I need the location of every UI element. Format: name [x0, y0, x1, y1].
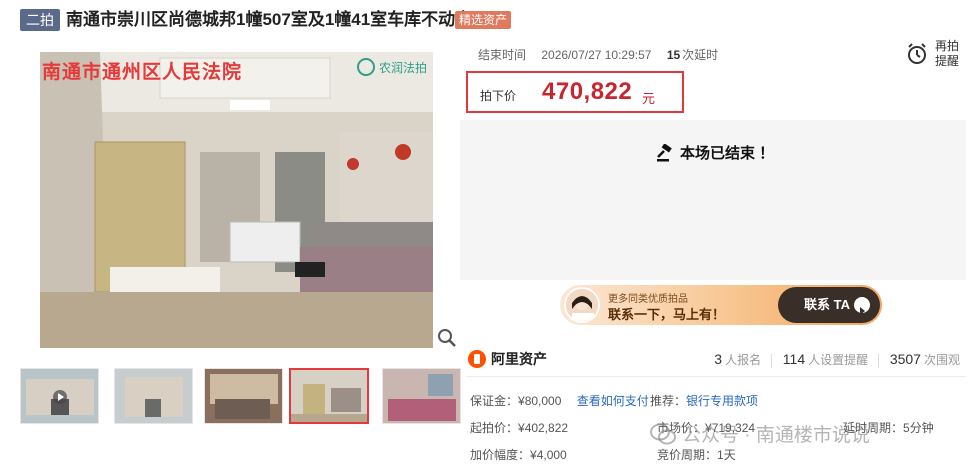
auction-status: 本场已结束 ！	[656, 142, 774, 163]
increment-label: 加价幅度：	[470, 448, 531, 462]
bid-period-row: 竞价周期：1天	[657, 446, 736, 463]
increment-value: ¥4,000	[530, 448, 567, 462]
quality-tag: 精选资产	[455, 11, 512, 29]
thumbnail-strip	[20, 368, 461, 428]
contact-banner[interactable]: 更多同类优质拍品 联系一下，马上有！ 联系 TA	[560, 285, 882, 325]
platform-logo-text: 农润法拍	[378, 60, 427, 75]
zoom-icon[interactable]	[436, 327, 458, 349]
contact-button-label: 联系 TA	[804, 297, 850, 312]
bid-period-value: 1天	[717, 448, 736, 462]
thumbnail-3[interactable]	[204, 368, 283, 424]
auction-status-text: 本场已结束 ！	[680, 145, 775, 162]
delay-suffix: 次延时	[682, 48, 719, 62]
court-watermark: 南通市通州区人民法院	[42, 62, 243, 83]
final-price-box: 拍下价 470,822 元	[466, 71, 684, 113]
brand-name: 阿里资产	[491, 351, 547, 367]
increment-row: 加价幅度：¥4,000	[470, 446, 567, 463]
start-price-value: ¥402,822	[518, 421, 569, 435]
reminders-count: 114	[782, 351, 806, 367]
banner-subtitle: 更多同类优质拍品	[608, 294, 688, 305]
market-price-label: 市场价：	[657, 421, 706, 435]
how-to-pay-link[interactable]: 查看如何支付	[577, 394, 649, 408]
title-bar: 二拍 南通市崇川区尚德城邦1幢507室及1幢41室车库不动产 精选资产	[0, 0, 974, 40]
divider	[771, 353, 773, 368]
thumbnail-2[interactable]	[114, 368, 193, 424]
auction-stats: 3 人报名 114 人设置提醒 3507 次围观	[714, 351, 960, 368]
alarm-clock-icon	[908, 43, 926, 64]
main-property-image[interactable]: 南通市通州区人民法院 农润法拍	[40, 52, 433, 348]
delay-period-label: 延时周期：	[843, 421, 904, 435]
brand-logo: 阿里资产	[468, 349, 547, 369]
end-time-value: 2026/07/27 10:29:57	[541, 48, 652, 62]
deposit-row: 保证金：¥80,000 查看如何支付	[470, 392, 649, 409]
deposit-label: 保证金：	[470, 394, 519, 408]
platform-logo: 农润法拍	[356, 58, 427, 76]
agent-avatar	[564, 287, 600, 323]
gavel-icon	[657, 143, 672, 161]
brand-icon	[468, 350, 486, 368]
start-price-label: 起拍价：	[470, 421, 519, 435]
remind-label: 再拍提醒	[935, 39, 960, 68]
market-price-row: 市场价：¥719,324	[657, 419, 755, 436]
thumbnail-5[interactable]	[382, 368, 461, 424]
end-time-row: 结束时间 2026/07/27 10:29:57 15 次延时	[478, 46, 730, 63]
bank-account-link[interactable]: 银行专用款项	[686, 394, 758, 408]
auction-status-panel: 本场已结束 ！	[460, 120, 966, 280]
deposit-value: ¥80,000	[518, 394, 562, 408]
signups-label: 人报名	[725, 353, 762, 367]
end-time-label: 结束时间	[478, 48, 527, 62]
start-price-row: 起拍价：¥402,822	[470, 419, 568, 436]
reminders-label: 人设置提醒	[808, 353, 869, 367]
price-value: 470,822	[542, 78, 633, 105]
views-count: 3507	[889, 351, 921, 367]
info-header: 阿里资产 3 人报名 114 人设置提醒 3507 次围观	[466, 343, 966, 377]
round-tag: 二拍	[20, 9, 60, 31]
banner-title: 联系一下，马上有！	[608, 307, 726, 322]
recommend-row: 推荐：银行专用款项	[650, 392, 758, 409]
thumbnail-4-active[interactable]	[289, 368, 369, 424]
page-title: 南通市崇川区尚德城邦1幢507室及1幢41室车库不动产	[66, 10, 473, 29]
remind-button[interactable]: 再拍提醒	[903, 38, 963, 72]
recommend-label: 推荐：	[650, 394, 687, 408]
price-label: 拍下价	[480, 89, 517, 103]
delay-period-row: 延时周期：5分钟	[843, 419, 934, 436]
price-unit: 元	[642, 91, 656, 106]
thumbnail-1[interactable]	[20, 368, 99, 424]
bid-period-label: 竞价周期：	[657, 448, 718, 462]
signups-count: 3	[714, 351, 723, 367]
market-price-value: ¥719,324	[705, 421, 756, 435]
contact-button[interactable]: 联系 TA	[778, 287, 880, 323]
arrow-right-icon	[854, 297, 870, 315]
views-label: 次围观	[923, 353, 960, 367]
living-room-photo	[40, 52, 433, 348]
delay-count: 15	[666, 48, 681, 62]
delay-period-value: 5分钟	[903, 421, 934, 435]
logo-circle-icon	[356, 58, 375, 76]
divider	[878, 353, 880, 368]
